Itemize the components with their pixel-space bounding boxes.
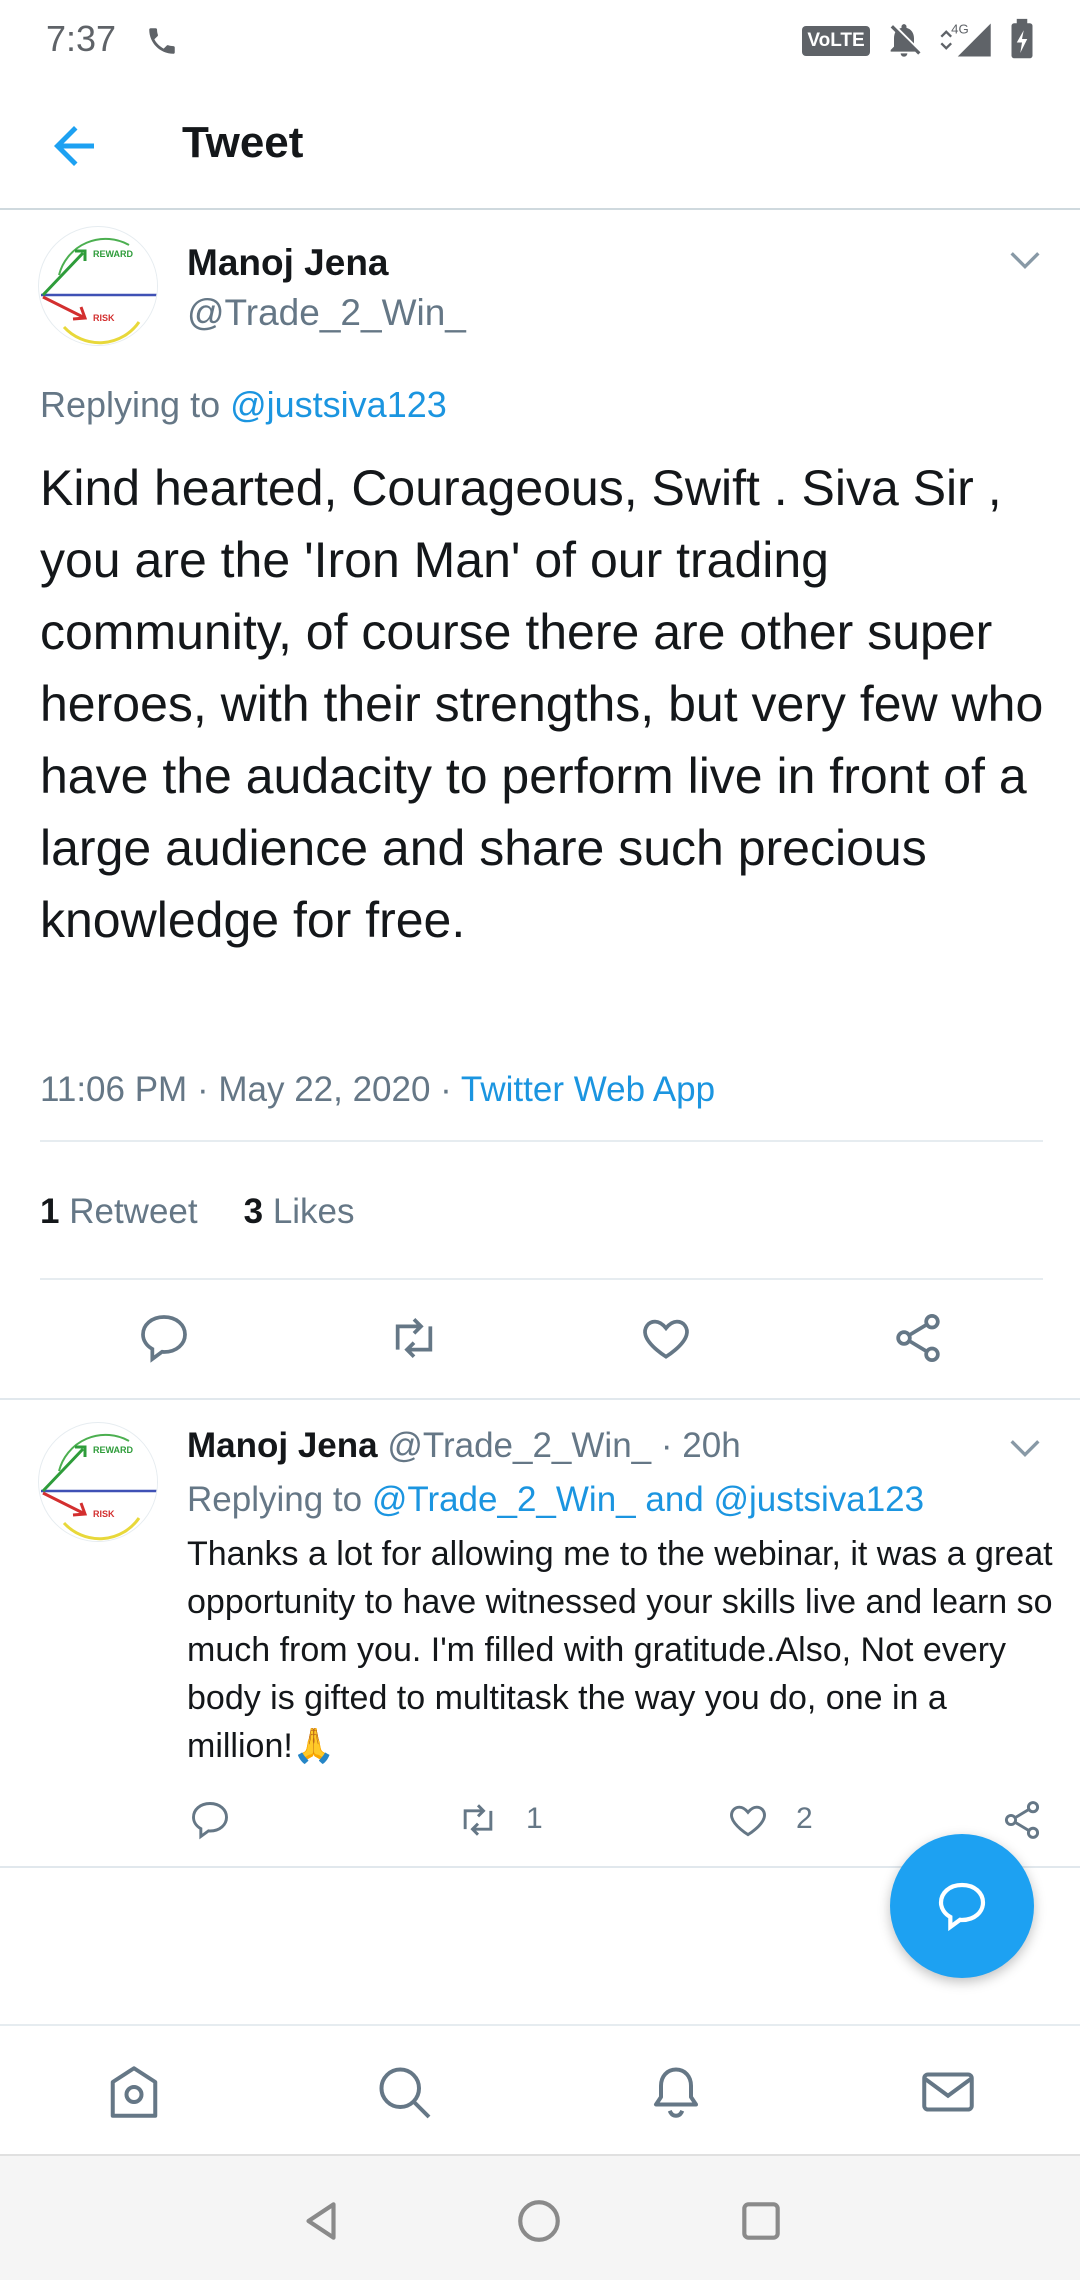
bell-icon[interactable] [646, 2062, 706, 2122]
author-name[interactable]: Manoj Jena [187, 242, 389, 284]
svg-text:REWARD: REWARD [93, 249, 133, 259]
share-icon[interactable] [890, 1310, 946, 1366]
svg-text:RISK: RISK [93, 313, 115, 323]
reply-headline: Manoj Jena @Trade_2_Win_ · 20h [187, 1426, 741, 1466]
replying-to-line: Replying to @Trade_2_Win_ and @justsiva1… [187, 1480, 924, 1520]
home-circle-icon[interactable] [514, 2196, 564, 2246]
avatar[interactable]: REWARD RISK [38, 1422, 158, 1542]
share-icon[interactable] [1000, 1798, 1044, 1842]
top-app-bar: Tweet [0, 80, 1080, 210]
compose-reply-icon [938, 1882, 986, 1932]
replying-to-line: Replying to @justsiva123 [40, 384, 447, 426]
meta-separator: · [196, 1070, 209, 1109]
chevron-down-icon[interactable] [1005, 1428, 1045, 1468]
svg-text:4G: 4G [951, 21, 969, 36]
divider [40, 1278, 1043, 1280]
reward-risk-logo-icon: REWARD RISK [40, 1424, 157, 1541]
system-navigation-bar [0, 2154, 1080, 2280]
status-bar: 7:37 VoLTE 4G [0, 0, 1080, 80]
retweet-count: 1 [526, 1802, 543, 1835]
reply-tweet[interactable]: REWARD RISK Manoj Jena @Trade_2_Win_ · 2… [0, 1400, 1080, 1868]
retweet-icon[interactable] [386, 1310, 442, 1366]
compose-reply-button[interactable] [890, 1834, 1034, 1978]
reply-text: Thanks a lot for allowing me to the webi… [187, 1535, 1053, 1765]
status-time: 7:37 [46, 18, 117, 59]
likes-stat[interactable]: 3 Likes [244, 1192, 355, 1231]
bottom-navigation [0, 2024, 1080, 2154]
reply-icon[interactable] [136, 1310, 192, 1366]
battery-charging-icon [1011, 18, 1033, 59]
divider [40, 1140, 1043, 1142]
meta-separator: · [440, 1070, 452, 1109]
reply-timestamp: · 20h [660, 1426, 741, 1465]
retweets-stat[interactable]: 1 Retweet [40, 1192, 198, 1231]
cell-signal-icon: 4G [940, 21, 991, 57]
like-count: 2 [796, 1802, 813, 1835]
search-icon[interactable] [374, 2062, 434, 2122]
avatar[interactable]: REWARD RISK [38, 226, 158, 346]
replying-prefix: Replying to [187, 1480, 372, 1519]
tweet-stats: 1 Retweet 3 Likes [40, 1192, 355, 1232]
recents-square-icon[interactable] [736, 2196, 786, 2246]
replying-to-link[interactable]: @justsiva123 [230, 384, 447, 425]
tweet-source-link[interactable]: Twitter Web App [461, 1070, 715, 1109]
retweet-icon[interactable] [456, 1798, 500, 1842]
page-title: Tweet [182, 118, 304, 167]
heart-icon[interactable] [638, 1310, 694, 1366]
replying-prefix: Replying to [40, 384, 231, 425]
home-icon[interactable] [104, 2062, 164, 2122]
phone-call-icon [149, 28, 175, 54]
mail-icon[interactable] [918, 2062, 978, 2122]
reward-risk-logo-icon: REWARD RISK [40, 228, 157, 345]
back-triangle-icon[interactable] [296, 2196, 346, 2246]
reply-icon[interactable] [188, 1798, 232, 1842]
author-name[interactable]: Manoj Jena [187, 1426, 378, 1465]
replying-to-link[interactable]: @Trade_2_Win_ and @justsiva123 [372, 1480, 924, 1519]
author-handle[interactable]: @Trade_2_Win_ [387, 1426, 651, 1465]
heart-icon[interactable] [726, 1798, 770, 1842]
author-handle[interactable]: @Trade_2_Win_ [187, 292, 466, 334]
arrow-left-icon[interactable] [44, 116, 104, 176]
svg-text:REWARD: REWARD [93, 1445, 133, 1455]
tweet-time: 11:06 PM [40, 1070, 188, 1109]
volte-badge: VoLTE [802, 26, 870, 56]
tweet-date: May 22, 2020 [218, 1070, 431, 1109]
tweet-meta: 11:06 PM · May 22, 2020 · Twitter Web Ap… [40, 1070, 715, 1110]
tweet-text: Kind hearted, Courageous, Swift . Siva S… [40, 460, 1044, 948]
chevron-down-icon[interactable] [1005, 240, 1045, 280]
notifications-off-icon [890, 24, 921, 57]
svg-text:RISK: RISK [93, 1509, 115, 1519]
